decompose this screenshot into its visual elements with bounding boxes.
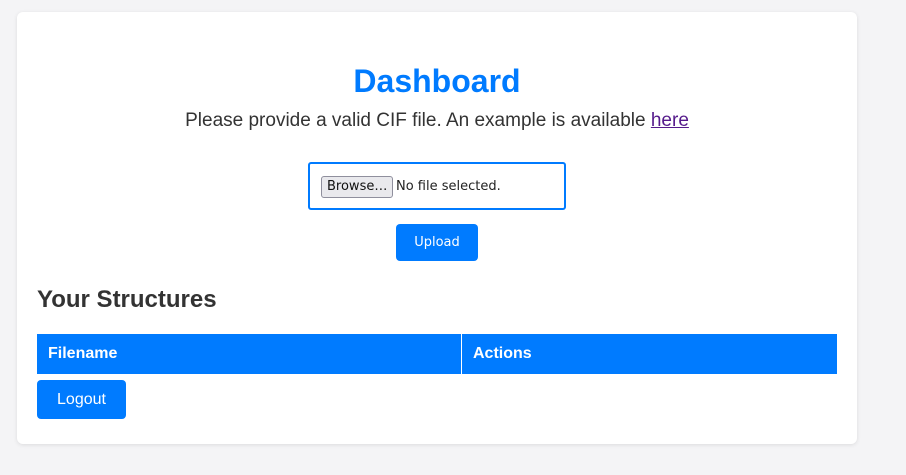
column-header-actions: Actions xyxy=(473,345,532,362)
dashboard-card: Dashboard Please provide a valid CIF fil… xyxy=(17,12,857,444)
file-status: No file selected. xyxy=(396,179,501,194)
logout-button[interactable]: Logout xyxy=(37,380,126,419)
page-title: Dashboard xyxy=(353,63,521,99)
intro-message: Please provide a valid CIF file. An exam… xyxy=(185,110,651,131)
example-link[interactable]: here xyxy=(651,110,689,131)
file-input[interactable]: Browse… No file selected. xyxy=(308,162,566,210)
browse-button[interactable]: Browse… xyxy=(321,176,394,198)
upload-button[interactable]: Upload xyxy=(396,224,478,261)
structures-heading: Your Structures xyxy=(37,286,217,313)
structures-table: Filename Actions xyxy=(37,334,837,374)
column-header-filename: Filename xyxy=(37,334,462,374)
intro-text: Please provide a valid CIF file. An exam… xyxy=(17,110,857,132)
